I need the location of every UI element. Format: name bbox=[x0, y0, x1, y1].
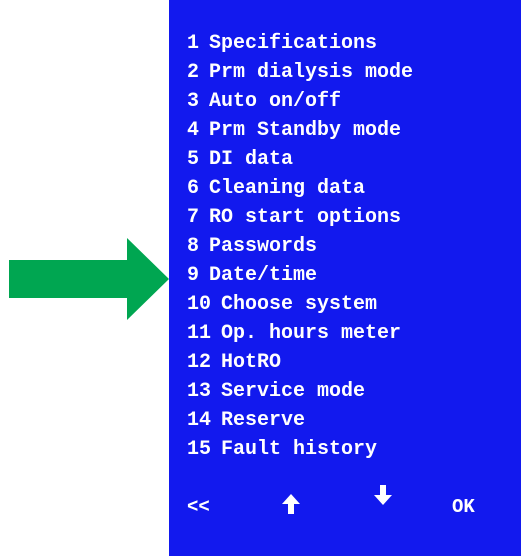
menu-item-date-time[interactable]: 9 Date/time bbox=[187, 261, 413, 290]
menu-item-ro-start-options[interactable]: 7 RO start options bbox=[187, 203, 413, 232]
menu-item-choose-system[interactable]: 10 Choose system bbox=[187, 290, 413, 319]
menu-item-number: 3 bbox=[187, 90, 200, 113]
menu-item-op-hours-meter[interactable]: 11 Op. hours meter bbox=[187, 319, 413, 348]
menu-item-label: HotRO bbox=[221, 351, 282, 374]
device-screen: 1 Specifications 2 Prm dialysis mode 3 Auto… bbox=[169, 0, 521, 556]
menu-item-number: 1 bbox=[187, 32, 200, 55]
menu-item-label: Service mode bbox=[221, 380, 366, 403]
menu-item-number: 7 bbox=[187, 206, 200, 229]
menu-item-label: Passwords bbox=[209, 235, 318, 258]
menu-item-label: Prm Standby mode bbox=[209, 119, 402, 142]
menu-item-number: 4 bbox=[187, 119, 200, 142]
arrow-up-icon[interactable] bbox=[282, 494, 300, 524]
back-button[interactable]: << bbox=[187, 492, 210, 522]
menu-item-prm-dialysis-mode[interactable]: 2 Prm dialysis mode bbox=[187, 58, 413, 87]
menu-item-label: Reserve bbox=[221, 409, 306, 432]
menu-item-number: 14 bbox=[187, 409, 212, 432]
menu-item-number: 5 bbox=[187, 148, 200, 171]
menu-item-service-mode[interactable]: 13 Service mode bbox=[187, 377, 413, 406]
menu-item-number: 8 bbox=[187, 235, 200, 258]
menu-item-number: 11 bbox=[187, 322, 212, 345]
menu-item-number: 6 bbox=[187, 177, 200, 200]
menu-item-number: 13 bbox=[187, 380, 212, 403]
menu-item-number: 9 bbox=[187, 264, 200, 287]
menu-item-prm-standby-mode[interactable]: 4 Prm Standby mode bbox=[187, 116, 413, 145]
menu-item-number: 10 bbox=[187, 293, 212, 316]
menu-item-label: Prm dialysis mode bbox=[209, 61, 414, 84]
menu-item-fault-history[interactable]: 15 Fault history bbox=[187, 435, 413, 464]
navigation-bar: << OK bbox=[169, 485, 521, 524]
ok-button[interactable]: OK bbox=[452, 492, 475, 522]
arrow-down-icon[interactable] bbox=[374, 485, 392, 515]
right-arrow-icon bbox=[9, 238, 169, 320]
menu-item-label: Cleaning data bbox=[209, 177, 366, 200]
menu-item-reserve[interactable]: 14 Reserve bbox=[187, 406, 413, 435]
menu-item-cleaning-data[interactable]: 6 Cleaning data bbox=[187, 174, 413, 203]
menu-item-hotro[interactable]: 12 HotRO bbox=[187, 348, 413, 377]
menu-item-label: Auto on/off bbox=[209, 90, 342, 113]
menu-item-number: 12 bbox=[187, 351, 212, 374]
menu-item-label: Date/time bbox=[209, 264, 318, 287]
menu-item-number: 2 bbox=[187, 61, 200, 84]
menu-item-specifications[interactable]: 1 Specifications bbox=[187, 29, 413, 58]
menu-item-label: Op. hours meter bbox=[221, 322, 402, 345]
menu-item-label: RO start options bbox=[209, 206, 402, 229]
menu-list: 1 Specifications 2 Prm dialysis mode 3 Auto… bbox=[187, 29, 413, 464]
menu-item-label: Fault history bbox=[221, 438, 378, 461]
menu-item-label: Specifications bbox=[209, 32, 378, 55]
menu-item-label: Choose system bbox=[221, 293, 378, 316]
menu-item-auto-on-off[interactable]: 3 Auto on/off bbox=[187, 87, 413, 116]
menu-item-di-data[interactable]: 5 DI data bbox=[187, 145, 413, 174]
menu-item-label: DI data bbox=[209, 148, 294, 171]
menu-item-number: 15 bbox=[187, 438, 212, 461]
menu-item-passwords[interactable]: 8 Passwords bbox=[187, 232, 413, 261]
